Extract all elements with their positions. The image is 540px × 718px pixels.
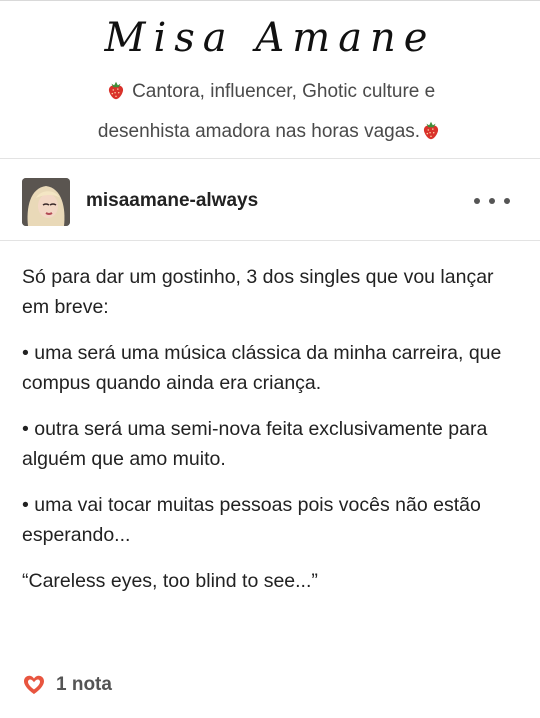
- blog-description: Cantora, influencer, Ghotic culture e de…: [40, 72, 500, 152]
- blog-description-text-2: desenhista amadora nas horas vagas.: [97, 121, 421, 142]
- more-options-icon: [504, 198, 510, 204]
- blog-description-line-1: Cantora, influencer, Ghotic culture e: [40, 72, 500, 112]
- blog-description-line-2: desenhista amadora nas horas vagas.: [40, 112, 500, 152]
- post-header-divider: [0, 240, 540, 241]
- more-options-icon: [474, 198, 480, 204]
- more-options-button[interactable]: [474, 190, 510, 212]
- notes-count: 1 nota: [56, 674, 112, 695]
- post-paragraph: Só para dar um gostinho, 3 dos singles q…: [22, 266, 494, 318]
- notes-button[interactable]: 1 nota: [22, 672, 112, 698]
- post-paragraph: “Careless eyes, too blind to see...”: [22, 570, 318, 592]
- heart-outline-icon: [24, 675, 44, 694]
- strawberry-icon: [423, 121, 439, 140]
- post-paragraph: • outra será uma semi-nova feita exclusi…: [22, 418, 488, 470]
- post-username[interactable]: misaamane-always: [86, 190, 258, 212]
- blog-description-text-1: Cantora, influencer, Ghotic culture e: [132, 81, 436, 102]
- post-paragraph: • uma será uma música clássica da minha …: [22, 342, 502, 394]
- post-body: Só para dar um gostinho, 3 dos singles q…: [22, 262, 522, 612]
- strawberry-icon: [108, 81, 123, 100]
- post-paragraph: • uma vai tocar muitas pessoas pois você…: [22, 494, 481, 546]
- more-options-icon: [489, 198, 495, 204]
- post-header: misaamane-always: [0, 168, 540, 240]
- header-divider: [0, 158, 540, 159]
- avatar[interactable]: [22, 178, 70, 226]
- avatar-image: [22, 178, 70, 226]
- top-divider: [0, 0, 540, 1]
- blog-title[interactable]: Misa Amane: [0, 12, 540, 64]
